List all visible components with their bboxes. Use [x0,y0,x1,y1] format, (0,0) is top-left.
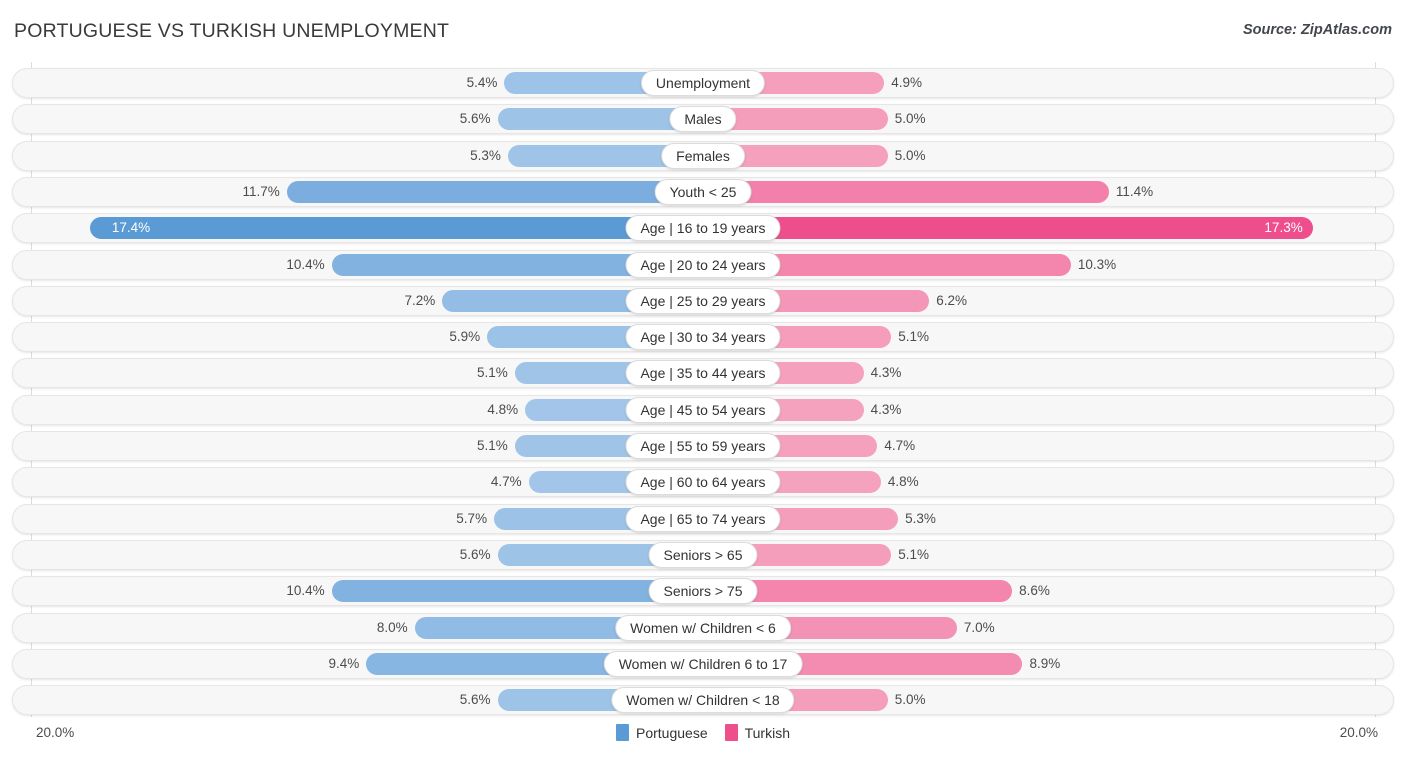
value-label-portuguese: 5.1% [477,365,508,381]
category-label: Youth < 25 [654,178,752,205]
value-label-turkish: 5.1% [898,546,929,562]
table-row[interactable]: 7.2% 6.2% Age | 25 to 29 years [12,285,1394,316]
category-label: Age | 55 to 59 years [625,433,781,459]
table-row[interactable]: 5.1% 4.7% Age | 55 to 59 years [12,431,1394,461]
value-label-turkish: 5.1% [898,329,929,345]
value-label-turkish: 4.7% [884,438,916,453]
value-label-portuguese: 11.7% [242,183,280,199]
table-row[interactable]: 5.6% 5.1% Seniors > 65 [12,539,1394,570]
category-label: Age | 25 to 29 years [625,287,781,314]
table-row[interactable]: 5.3% 5.0% Females [12,140,1394,171]
value-label-turkish: 11.4% [1115,183,1154,199]
category-label: Age | 60 to 64 years [625,469,781,496]
bar-turkish[interactable] [715,217,1313,240]
source-attribution: Source: ZipAtlas.com [1242,22,1392,38]
value-label-portuguese: 4.7% [490,474,522,490]
value-label-turkish: 8.9% [1029,655,1061,671]
value-label-portuguese: 5.6% [459,111,491,127]
table-row[interactable]: 10.4% 8.6% Seniors > 75 [12,576,1394,607]
axis-label-right: 20.0% [1339,725,1378,740]
category-label: Age | 35 to 44 years [625,360,781,387]
value-label-turkish: 6.2% [936,292,967,308]
legend-swatch-icon [724,724,738,741]
category-label: Women w/ Children 6 to 17 [603,650,803,677]
table-row[interactable]: 8.0% 7.0% Women w/ Children < 6 [12,612,1394,643]
value-label-portuguese: 5.6% [459,692,491,708]
category-label: Males [669,106,737,133]
value-label-turkish: 5.3% [905,510,936,526]
legend-item-turkish[interactable]: Turkish [724,724,790,741]
value-label-turkish: 7.0% [963,619,995,635]
table-row[interactable]: 4.8% 4.3% Age | 45 to 54 years [12,394,1394,425]
value-label-turkish: 10.3% [1077,256,1117,272]
value-label-portuguese: 10.4% [286,256,325,272]
category-label: Women w/ Children < 18 [611,687,795,714]
value-label-turkish: 4.8% [887,474,919,490]
category-label: Age | 20 to 24 years [625,251,781,278]
category-label: Age | 30 to 34 years [625,324,781,351]
value-label-turkish: 5.0% [894,147,926,163]
category-label: Females [661,142,745,169]
value-label-turkish: 4.3% [870,365,902,381]
axis-label-left: 20.0% [36,725,75,740]
table-row[interactable]: 10.4% 10.3% Age | 20 to 24 years [12,249,1394,280]
value-label-portuguese: 8.0% [376,619,408,635]
legend-swatch-icon [616,724,629,741]
value-label-portuguese: 5.6% [459,546,491,562]
value-label-portuguese: 5.3% [470,147,501,163]
table-row[interactable]: 5.4% 4.9% Unemployment [12,68,1394,98]
table-row[interactable]: 5.6% 5.0% Women w/ Children < 18 [12,685,1394,716]
value-label-turkish: 17.3% [1264,220,1303,236]
chart-plot-area: 5.4% 4.9% Unemployment 5.6% 5.0% Males 5.3% 5.0… [0,62,1406,717]
chart-footer: 20.0% Portuguese Turkish 20.0% [0,717,1406,757]
value-label-portuguese: 5.1% [477,438,508,453]
value-label-portuguese: 5.7% [456,510,488,526]
bar-portuguese[interactable] [89,217,691,240]
legend-item-portuguese[interactable]: Portuguese [616,724,708,741]
table-row[interactable]: 5.1% 4.3% Age | 35 to 44 years [12,358,1394,389]
value-label-portuguese: 7.2% [404,292,436,308]
table-row[interactable]: 5.7% 5.3% Age | 65 to 74 years [12,503,1394,534]
bar-portuguese[interactable] [286,180,691,203]
table-row[interactable]: 4.7% 4.8% Age | 60 to 64 years [12,467,1394,498]
category-label: Age | 45 to 54 years [625,396,781,423]
value-label-portuguese: 9.4% [328,655,360,671]
category-label: Women w/ Children < 6 [615,614,791,641]
value-label-portuguese: 17.4% [111,220,151,236]
value-label-portuguese: 10.4% [286,583,325,599]
category-label: Age | 16 to 19 years [625,215,781,242]
table-row[interactable]: 9.4% 8.9% Women w/ Children 6 to 17 [12,648,1394,679]
value-label-turkish: 4.9% [891,75,923,90]
value-label-turkish: 4.3% [870,401,902,417]
value-label-portuguese: 4.8% [487,401,519,417]
chart-header: PORTUGUESE VS TURKISH UNEMPLOYMENT Sourc… [0,0,1406,62]
value-label-turkish: 5.0% [894,692,926,708]
table-row[interactable]: 11.7% 11.4% Youth < 25 [12,176,1394,207]
category-label: Seniors > 75 [648,578,758,605]
value-label-portuguese: 5.9% [449,329,481,345]
legend-label: Turkish [744,724,790,741]
category-label: Seniors > 65 [648,541,758,568]
table-row[interactable]: 17.4% 17.3% Age | 16 to 19 years [12,213,1394,244]
bar-portuguese[interactable] [497,108,691,131]
bar-turkish[interactable] [715,180,1109,203]
category-label: Unemployment [640,70,766,96]
table-row[interactable]: 5.6% 5.0% Males [12,104,1394,135]
value-label-turkish: 8.6% [1019,583,1050,599]
table-row[interactable]: 5.9% 5.1% Age | 30 to 34 years [12,322,1394,353]
legend-label: Portuguese [636,724,708,741]
value-label-portuguese: 5.4% [466,75,498,90]
chart-legend: Portuguese Turkish [616,724,790,741]
bar-turkish[interactable] [715,108,888,131]
page-title: PORTUGUESE VS TURKISH UNEMPLOYMENT [14,20,450,42]
bar-portuguese[interactable] [331,580,691,603]
value-label-turkish: 5.0% [894,111,926,127]
category-label: Age | 65 to 74 years [625,505,781,532]
bar-turkish[interactable] [715,580,1013,603]
